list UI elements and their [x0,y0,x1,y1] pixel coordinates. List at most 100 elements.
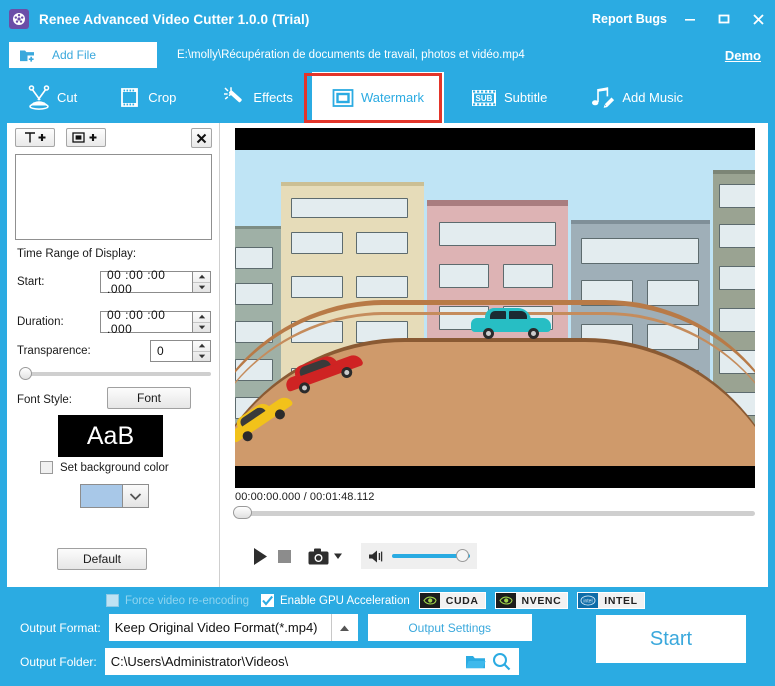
add-file-label: Add File [52,48,97,62]
force-reencode-checkbox[interactable] [106,594,119,607]
add-image-watermark-button[interactable] [66,128,106,147]
file-bar: Add File E:\molly\Récupération de docume… [0,38,775,72]
set-background-color-checkbox[interactable] [40,461,53,474]
tab-subtitle-label: Subtitle [503,90,548,105]
tab-effects[interactable]: Effects [212,72,303,123]
time-display: 00:00:00.000 / 00:01:48.112 [235,491,375,503]
minimize-button[interactable] [673,0,707,38]
report-bugs-link[interactable]: Report Bugs [586,12,673,26]
close-watermark-button[interactable] [191,128,212,148]
tab-cut[interactable]: Cut [16,72,87,123]
gpu-acceleration-checkbox[interactable] [261,594,275,607]
output-settings-button[interactable]: Output Settings [367,614,532,641]
gpu-badge-nvenc[interactable]: NVENC [494,592,569,609]
bridge-railing-lower [235,312,755,488]
play-button[interactable] [249,547,271,566]
app-window: Renee Advanced Video Cutter 1.0.0 (Trial… [0,0,775,686]
volume-slider-knob[interactable] [456,549,469,562]
snapshot-button[interactable] [305,548,331,565]
start-time-input[interactable]: 00 :00 :00 .000 [100,268,211,296]
player-controls [249,543,477,569]
output-folder-actions [465,648,511,675]
transparence-slider-track [19,372,211,376]
tab-bar: Cut Crop Effects Watermark SUB Subtitle … [0,72,775,123]
volume-control[interactable] [361,543,477,569]
app-title: Renee Advanced Video Cutter 1.0.0 (Trial… [39,11,310,27]
background-color-swatch[interactable] [80,484,123,508]
start-spin-up[interactable] [193,272,210,283]
maximize-button[interactable] [707,0,741,38]
teal-car [471,308,551,339]
output-format-row: Output Format: Keep Original Video Forma… [20,614,532,641]
volume-slider[interactable] [392,549,470,563]
output-format-label: Output Format: [20,620,101,635]
seek-bar[interactable] [231,506,759,520]
start-time-spinner[interactable] [192,272,210,292]
start-time-value: 00 :00 :00 .000 [107,268,166,296]
add-text-watermark-button[interactable] [15,128,55,147]
duration-spin-up[interactable] [193,312,210,323]
folder-icon[interactable] [465,653,486,670]
gpu-acceleration-label: Enable GPU Acceleration [280,594,410,607]
letterbox-bottom [235,466,755,488]
background-color-picker[interactable] [80,484,149,508]
add-file-button[interactable]: Add File [9,42,157,68]
svg-text:SUB: SUB [475,94,492,103]
tab-watermark-label: Watermark [360,90,425,105]
stop-button[interactable] [271,549,297,564]
transparence-slider-knob[interactable] [19,367,32,380]
watermark-toolbar [15,128,212,148]
letterbox-top [235,128,755,150]
snapshot-dropdown-button[interactable] [331,552,345,560]
demo-link[interactable]: Demo [725,48,761,63]
caret-up-icon[interactable] [330,614,358,641]
start-spin-down[interactable] [193,283,210,293]
output-folder-input[interactable]: C:\Users\Administrator\Videos\ [104,648,519,675]
tab-add-music[interactable]: Add Music [579,72,693,123]
tab-subtitle[interactable]: SUB Subtitle [459,72,557,123]
tab-watermark[interactable]: Watermark [311,72,444,123]
duration-input[interactable]: 00 :00 :00 .000 [100,308,211,336]
start-button[interactable]: Start [596,615,746,663]
transparence-input[interactable]: 0 [150,340,211,362]
gpu-badge-intel[interactable]: intel INTEL [577,592,645,609]
transparence-spin-up[interactable] [193,341,210,352]
tab-cut-label: Cut [57,90,78,105]
transparence-spin-down[interactable] [193,352,210,362]
font-preview: AaB [58,415,163,457]
video-preview[interactable] [235,128,755,488]
time-range-label: Time Range of Display: [17,248,137,260]
set-background-color-row[interactable]: Set background color [40,461,169,474]
film-reel-icon [9,9,29,29]
tab-crop-label: Crop [148,90,177,105]
duration-label: Duration: [17,316,64,328]
close-button[interactable] [741,0,775,38]
content-area: Time Range of Display: Start: 00 :00 :00… [7,123,768,587]
font-button[interactable]: Font [107,387,191,409]
tab-crop[interactable]: Crop [107,72,186,123]
transparence-slider[interactable] [19,367,211,381]
preview-panel: 00:00:00.000 / 00:01:48.112 [221,123,768,587]
encoding-options-row: Force video re-encoding Enable GPU Accel… [106,592,645,609]
chevron-down-icon[interactable] [123,484,149,508]
speaker-icon[interactable] [368,549,386,564]
seek-bar-track [235,511,755,516]
watermark-square-icon [330,85,356,111]
intel-logo-icon: intel [578,593,599,608]
start-label: Start: [17,276,45,288]
gpu-badge-intel-label: INTEL [598,593,644,608]
seek-bar-knob[interactable] [233,506,252,519]
default-button[interactable]: Default [57,548,147,570]
gpu-badge-cuda[interactable]: CUDA [418,592,486,609]
watermark-list[interactable] [15,154,212,240]
window-controls: Report Bugs [586,0,775,38]
output-folder-row: Output Folder: C:\Users\Administrator\Vi… [20,648,519,675]
nvidia-eye-icon [419,593,440,608]
output-format-combobox[interactable]: Keep Original Video Format(*.mp4) [108,614,358,641]
duration-spinner[interactable] [192,312,210,332]
output-folder-value: C:\Users\Administrator\Videos\ [110,654,289,669]
transparence-spinner[interactable] [192,341,210,361]
scissors-icon [26,84,52,111]
magnifier-icon[interactable] [492,652,511,671]
duration-spin-down[interactable] [193,323,210,333]
